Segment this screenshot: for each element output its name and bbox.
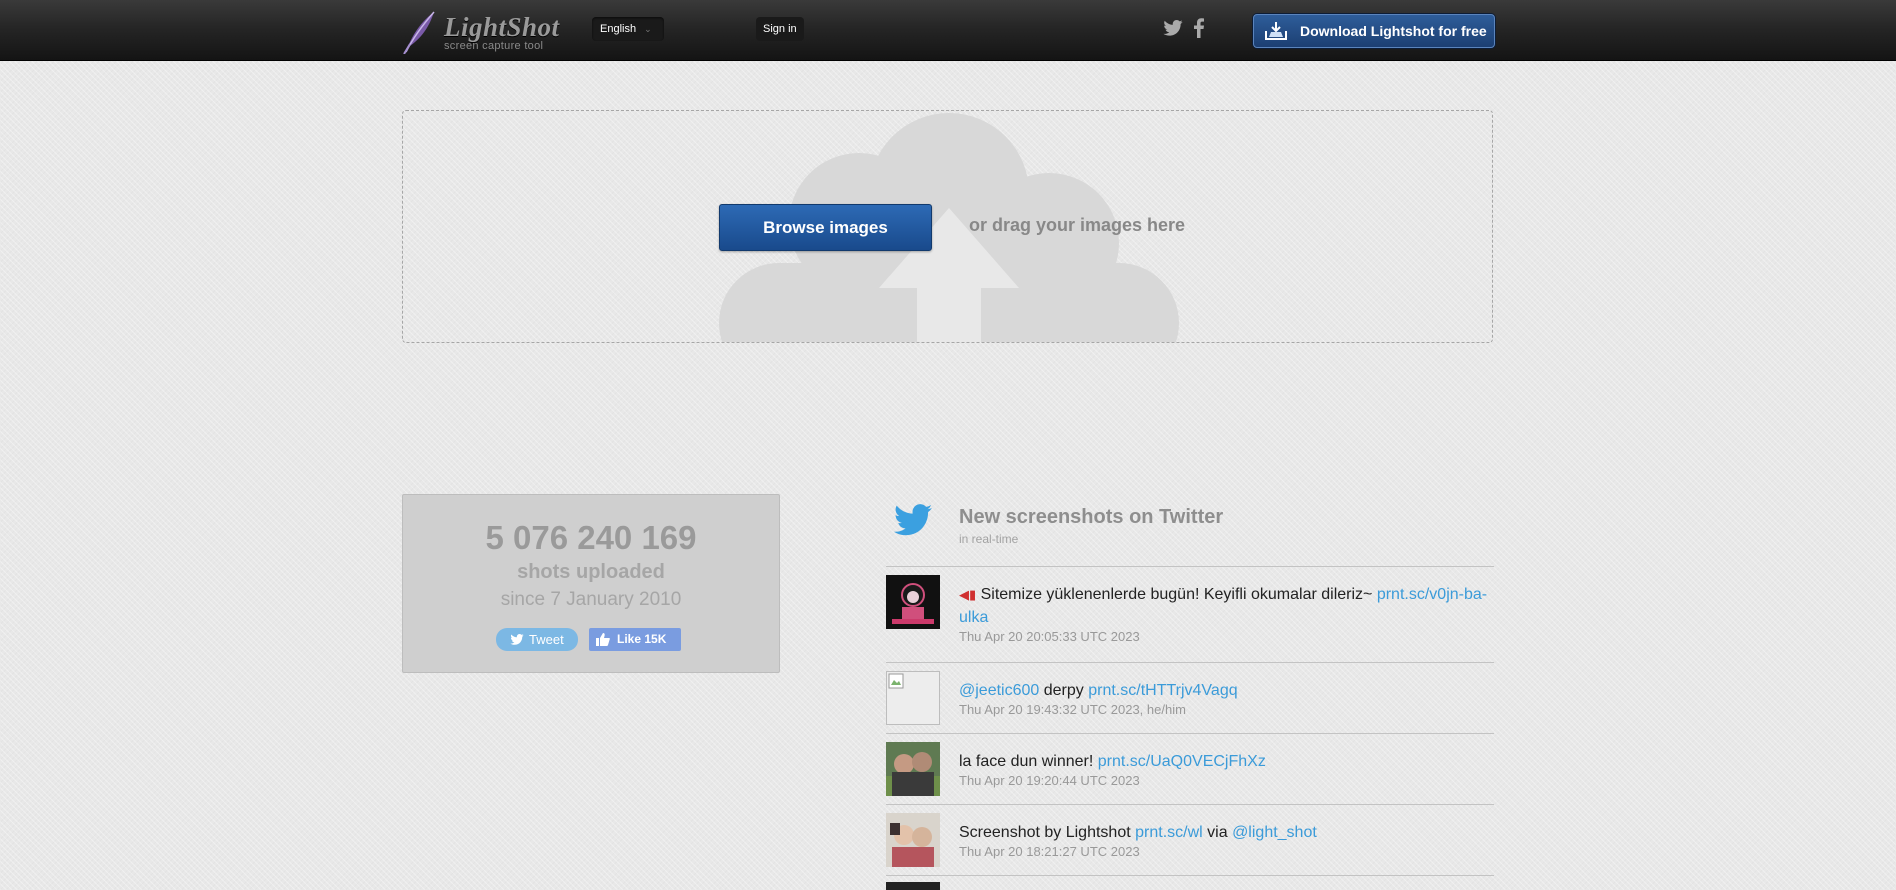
tweet-link[interactable]: prnt.sc/UaQ0VECjFhXz xyxy=(1098,753,1266,770)
thumbs-up-icon xyxy=(596,633,610,646)
twitter-icon xyxy=(894,504,932,536)
logo-subtitle: screen capture tool xyxy=(444,40,544,52)
feed-title: New screenshots on Twitter xyxy=(959,506,1224,528)
browse-images-button[interactable]: Browse images xyxy=(719,204,932,251)
like-label: Like xyxy=(617,632,642,646)
download-icon xyxy=(1265,22,1287,40)
upload-stats-panel: 5 076 240 169 shots uploaded since 7 Jan… xyxy=(402,494,780,673)
tweet-item: la face dun winner! prnt.sc/UaQ0VECjFhXz… xyxy=(886,742,1494,804)
tweet-timestamp: Thu Apr 20 18:21:27 UTC 2023 xyxy=(959,844,1140,859)
tweet-link[interactable]: prnt.sc/tHTTrjv4Vagq xyxy=(1088,682,1237,699)
tweet-mention[interactable]: @light_shot xyxy=(1232,824,1317,841)
tweet-link[interactable]: prnt.sc/wl xyxy=(1135,824,1203,841)
download-button[interactable]: Download Lightshot for free xyxy=(1253,14,1495,48)
drag-hint: or drag your images here xyxy=(969,215,1186,235)
avatar[interactable] xyxy=(886,671,940,725)
twitter-icon[interactable] xyxy=(1163,20,1183,36)
logo-text: LightShot xyxy=(444,12,560,42)
tweet-text: Screenshot by Lightshot prnt.sc/wl via @… xyxy=(959,824,1317,841)
tweet-button[interactable]: Tweet xyxy=(496,628,578,651)
tweet-label: Tweet xyxy=(529,632,564,647)
tweet-text: ◀▮ Sitemize yüklenenlerde bugün! Keyifli… xyxy=(959,586,1488,626)
language-select[interactable]: English ⌄ xyxy=(592,17,664,41)
tweet-timestamp: Thu Apr 20 20:05:33 UTC 2023 xyxy=(959,629,1140,644)
shots-count: 5 076 240 169 xyxy=(485,519,697,556)
chevron-down-icon: ⌄ xyxy=(644,24,652,34)
divider xyxy=(886,662,1494,663)
divider xyxy=(886,566,1494,567)
download-label: Download Lightshot for free xyxy=(1300,23,1487,39)
twitter-icon xyxy=(510,634,524,645)
top-navbar: LightShot screen capture tool English ⌄ S… xyxy=(0,0,1896,61)
avatar[interactable] xyxy=(886,575,940,629)
like-count: 15K xyxy=(644,632,667,646)
feed-subtitle: in real-time xyxy=(959,532,1019,546)
tweet-item: Screenshot by Lightshot prnt.sc/wl via @… xyxy=(886,813,1494,875)
tweet-item: ◀▮ Sitemize yüklenenlerde bugün! Keyifli… xyxy=(886,575,1494,661)
tweet-timestamp: Thu Apr 20 19:20:44 UTC 2023 xyxy=(959,773,1140,788)
megaphone-icon: ◀▮ xyxy=(959,587,977,602)
tweet-text: @jeetic600 derpy prnt.sc/tHTTrjv4Vagq xyxy=(959,682,1238,699)
tweet-text: la face dun winner! prnt.sc/UaQ0VECjFhXz xyxy=(959,753,1266,770)
feather-logo-icon xyxy=(403,11,435,54)
since-date: since 7 January 2010 xyxy=(500,589,682,610)
sign-in-button[interactable]: Sign in xyxy=(756,17,804,41)
divider xyxy=(886,804,1494,805)
shots-label: shots uploaded xyxy=(517,561,665,583)
lightshot-logo[interactable]: LightShot screen capture tool xyxy=(400,10,559,54)
avatar[interactable] xyxy=(886,882,940,890)
broken-image-icon xyxy=(888,673,904,689)
facebook-icon[interactable] xyxy=(1194,18,1204,38)
facebook-like-button[interactable]: Like 15K xyxy=(589,628,681,651)
divider xyxy=(886,875,1494,876)
tweet-mention[interactable]: @jeetic600 xyxy=(959,682,1039,699)
avatar[interactable] xyxy=(886,813,940,867)
language-value: English xyxy=(600,23,637,35)
upload-dropzone[interactable]: Browse images or drag your images here xyxy=(402,110,1493,343)
tweet-timestamp: Thu Apr 20 19:43:32 UTC 2023, he/him xyxy=(959,702,1186,717)
divider xyxy=(886,733,1494,734)
tweet-item: @jeetic600 derpy prnt.sc/tHTTrjv4Vagq Th… xyxy=(886,671,1494,733)
avatar[interactable] xyxy=(886,742,940,796)
